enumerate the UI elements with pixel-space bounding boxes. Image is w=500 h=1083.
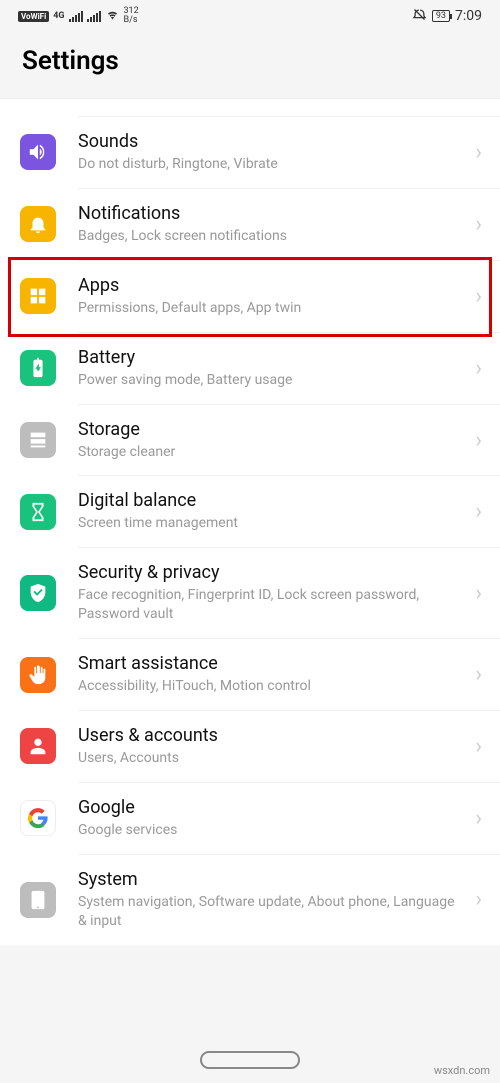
chevron-right-icon: ›: [475, 887, 482, 912]
row-title: Google: [78, 797, 465, 818]
network-type: 4G: [53, 11, 64, 21]
row-subtitle: Permissions, Default apps, App twin: [78, 299, 465, 318]
chevron-right-icon: ›: [475, 284, 482, 309]
apps-icon: [20, 278, 56, 314]
row-storage[interactable]: Storage Storage cleaner ›: [78, 405, 500, 477]
row-subtitle: Do not disturb, Ringtone, Vibrate: [78, 155, 465, 174]
row-battery[interactable]: Battery Power saving mode, Battery usage…: [78, 333, 500, 405]
row-title: Sounds: [78, 131, 465, 152]
storage-icon: [20, 422, 56, 458]
row-subtitle: Badges, Lock screen notifications: [78, 227, 465, 246]
chevron-right-icon: ›: [475, 662, 482, 687]
chevron-right-icon: ›: [475, 428, 482, 453]
vowifi-badge: VoWiFi: [18, 11, 49, 22]
mute-icon: [412, 7, 427, 25]
data-speed: 312 B/s: [124, 7, 139, 25]
row-title: Battery: [78, 347, 465, 368]
row-title: Smart assistance: [78, 653, 465, 674]
row-subtitle: System navigation, Software update, Abou…: [78, 893, 465, 931]
chevron-right-icon: ›: [475, 499, 482, 524]
chevron-right-icon: ›: [475, 212, 482, 237]
row-subtitle: Face recognition, Fingerprint ID, Lock s…: [78, 586, 465, 624]
chevron-right-icon: ›: [475, 356, 482, 381]
page-header: Settings: [0, 32, 500, 98]
row-subtitle: Storage cleaner: [78, 443, 465, 462]
row-title: Apps: [78, 275, 465, 296]
digital-balance-icon: [20, 494, 56, 530]
row-users-accounts[interactable]: Users & accounts Users, Accounts ›: [78, 711, 500, 783]
notifications-icon: [20, 206, 56, 242]
partial-row-top: [78, 99, 500, 117]
row-title: Notifications: [78, 203, 465, 224]
page-title: Settings: [22, 46, 478, 76]
chevron-right-icon: ›: [475, 806, 482, 831]
row-title: Users & accounts: [78, 725, 465, 746]
status-right: 93 7:09: [412, 7, 482, 25]
row-notifications[interactable]: Notifications Badges, Lock screen notifi…: [78, 189, 500, 261]
gesture-nav-pill[interactable]: [200, 1051, 300, 1069]
row-google[interactable]: Google Google services ›: [78, 783, 500, 855]
row-subtitle: Power saving mode, Battery usage: [78, 371, 465, 390]
row-title: Digital balance: [78, 490, 465, 511]
person-icon: [20, 728, 56, 764]
sounds-icon: [20, 134, 56, 170]
battery-icon: 93: [432, 10, 450, 22]
status-bar: VoWiFi 4G 312 B/s 93 7:09: [0, 0, 500, 32]
row-subtitle: Users, Accounts: [78, 749, 465, 768]
row-apps[interactable]: Apps Permissions, Default apps, App twin…: [78, 261, 500, 333]
row-smart-assistance[interactable]: Smart assistance Accessibility, HiTouch,…: [78, 639, 500, 711]
row-digital-balance[interactable]: Digital balance Screen time management ›: [78, 476, 500, 548]
signal-icon: [69, 11, 83, 22]
row-subtitle: Accessibility, HiTouch, Motion control: [78, 677, 465, 696]
row-sounds[interactable]: Sounds Do not disturb, Ringtone, Vibrate…: [78, 117, 500, 189]
row-title: Security & privacy: [78, 562, 465, 583]
row-subtitle: Google services: [78, 821, 465, 840]
signal-icon-2: [87, 11, 101, 22]
hand-icon: [20, 657, 56, 693]
row-subtitle: Screen time management: [78, 514, 465, 533]
row-title: System: [78, 869, 465, 890]
settings-list[interactable]: Sounds Do not disturb, Ringtone, Vibrate…: [0, 98, 500, 945]
battery-icon: [20, 350, 56, 386]
google-icon: [20, 800, 56, 836]
shield-icon: [20, 575, 56, 611]
chevron-right-icon: ›: [475, 140, 482, 165]
watermark: wsxdn.com: [434, 1064, 490, 1077]
row-security[interactable]: Security & privacy Face recognition, Fin…: [78, 548, 500, 639]
row-system[interactable]: System System navigation, Software updat…: [78, 855, 500, 945]
wifi-icon: [105, 9, 120, 24]
system-icon: [20, 882, 56, 918]
clock: 7:09: [455, 8, 482, 24]
chevron-right-icon: ›: [475, 581, 482, 606]
status-left: VoWiFi 4G 312 B/s: [18, 7, 139, 25]
chevron-right-icon: ›: [475, 734, 482, 759]
row-title: Storage: [78, 419, 465, 440]
